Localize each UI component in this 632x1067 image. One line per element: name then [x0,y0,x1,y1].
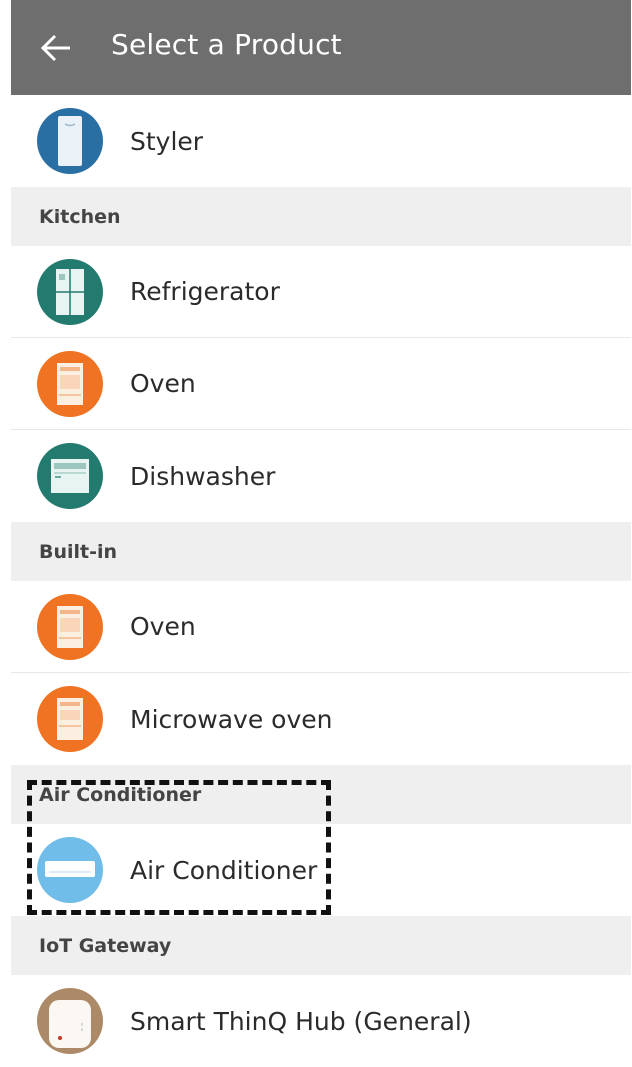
list-item-oven[interactable]: Oven [11,338,631,430]
oven-icon [37,593,103,660]
item-label: Dishwasher [130,461,276,491]
app-header: Select a Product [11,0,631,95]
list-item-refrigerator[interactable]: Refrigerator [11,246,631,338]
section-header-air-conditioner: Air Conditioner [11,765,631,824]
list-item-microwave[interactable]: Microwave oven [11,673,631,765]
air-conditioner-icon [37,837,103,903]
section-header-built-in: Built-in [11,522,631,581]
list-item-styler[interactable]: Styler [11,95,631,187]
item-label: Air Conditioner [130,855,318,885]
microwave-icon [37,686,103,752]
back-button[interactable] [11,0,101,95]
oven-icon [37,350,103,417]
list-item-dishwasher[interactable]: Dishwasher [11,430,631,522]
page-title: Select a Product [111,28,342,61]
product-list: Styler Kitchen Refrigerator Oven Dishwas… [11,95,631,1067]
item-label: Microwave oven [130,704,333,734]
item-label: Styler [130,126,204,156]
item-label: Oven [130,369,196,398]
list-item-builtin-oven[interactable]: Oven [11,581,631,673]
list-item-air-conditioner[interactable]: Air Conditioner [11,824,631,916]
section-header-iot-gateway: IoT Gateway [11,916,631,975]
dishwasher-icon [37,443,103,509]
item-label: Smart ThinQ Hub (General) [130,1006,472,1036]
hub-icon [37,988,103,1054]
back-arrow-icon [40,34,70,61]
refrigerator-icon [37,258,103,325]
item-label: Oven [130,612,196,641]
item-label: Refrigerator [130,277,280,306]
section-header-kitchen: Kitchen [11,187,631,246]
styler-icon [37,108,103,174]
list-item-smart-thinq-hub[interactable]: Smart ThinQ Hub (General) [11,975,631,1067]
